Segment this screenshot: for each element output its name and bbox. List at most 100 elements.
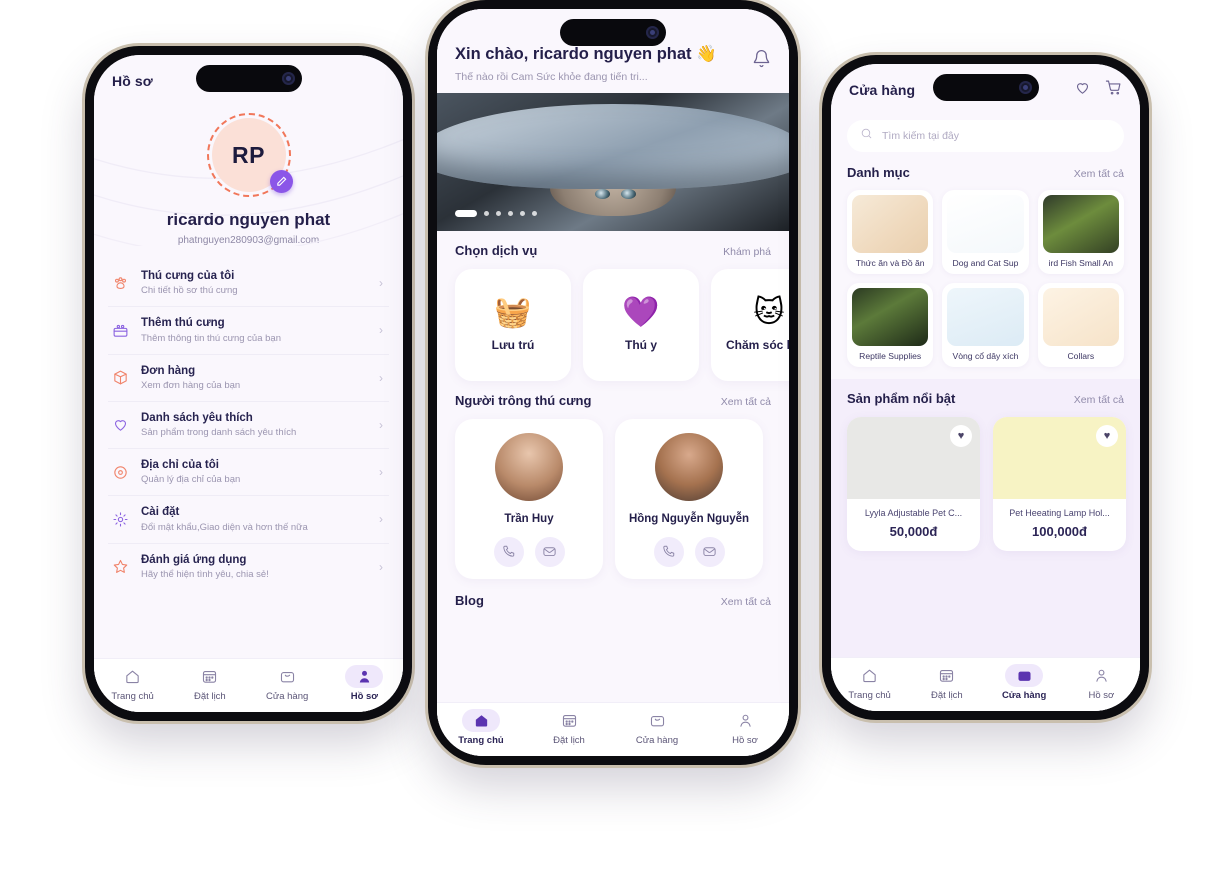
carousel-dot[interactable] bbox=[484, 210, 489, 216]
product-card[interactable]: ♥ Lyyla Adjustable Pet C... 50,000đ bbox=[847, 417, 980, 551]
carousel-dots[interactable] bbox=[455, 209, 537, 217]
featured-more-link[interactable]: Xem tất cả bbox=[1074, 394, 1124, 406]
tab-label: Hồ sơ bbox=[350, 691, 379, 702]
calendar-icon bbox=[928, 664, 966, 687]
sitter-card[interactable]: Hồng Nguyễn Nguyễn bbox=[615, 418, 763, 579]
phone-reflection-profile: Hồ sơ RP ricardo nguye bbox=[85, 723, 412, 883]
tab-label: Cửa hàng bbox=[635, 735, 679, 746]
featured-section: Sản phẩm nổi bật Xem tất cả ♥ Lyyla Adjus… bbox=[831, 379, 1140, 657]
category-grid[interactable]: Thức ăn và Đồ ăn Dog and Cat Sup ird Fish … bbox=[847, 190, 1124, 367]
page-title: Cửa hàng bbox=[849, 82, 916, 98]
sitters-more-link[interactable]: Xem tất cả bbox=[721, 396, 771, 408]
blog-title: Blog bbox=[455, 592, 484, 608]
category-card[interactable]: Vòng cổ dây xích bbox=[942, 283, 1029, 367]
gear-icon bbox=[110, 509, 130, 529]
search-icon bbox=[860, 127, 873, 145]
tab-trang-chủ[interactable]: Trang chủ bbox=[437, 709, 525, 746]
tab-đặt-lịch[interactable]: Đặt lịch bbox=[908, 664, 985, 701]
category-card[interactable]: ird Fish Small An bbox=[1037, 190, 1124, 274]
category-thumbnail bbox=[947, 195, 1024, 253]
category-card[interactable]: Collars bbox=[1037, 283, 1124, 367]
tab-cửa-hàng[interactable]: Cửa hàng bbox=[613, 709, 701, 746]
heart-filled-icon[interactable]: ♥ bbox=[1096, 425, 1118, 447]
menu-item-2[interactable]: Thêm thú cưng Thêm thông tin thú cưng của… bbox=[108, 307, 389, 355]
avatar bbox=[655, 432, 723, 501]
carousel-dot[interactable] bbox=[455, 209, 477, 217]
service-card[interactable]: 💜 Thú y bbox=[583, 268, 699, 381]
sitter-name: Hồng Nguyễn Nguyễn bbox=[628, 512, 750, 525]
category-thumbnail bbox=[852, 195, 929, 253]
carousel-dot[interactable] bbox=[508, 210, 513, 216]
tab-cửa-hàng[interactable]: Cửa hàng bbox=[249, 665, 326, 702]
menu-item-4[interactable]: Danh sách yêu thích Sản phẩm trong danh s… bbox=[108, 402, 389, 449]
heart-filled-icon[interactable]: ♥ bbox=[950, 425, 972, 447]
tab-hồ-sơ[interactable]: Hồ sơ bbox=[701, 709, 789, 746]
tab-đặt-lịch[interactable]: Đặt lịch bbox=[171, 665, 248, 702]
menu-item-5[interactable]: Địa chỉ của tôi Quản lý địa chỉ của bạn › bbox=[108, 449, 389, 497]
service-emoji-icon: 🧺 bbox=[494, 295, 532, 329]
blog-more-link[interactable]: Xem tất cả bbox=[721, 596, 771, 608]
shop-bag-icon bbox=[638, 709, 676, 732]
phone-reflection-store: Cửa hàng Tìm kiếm tại đây bbox=[822, 722, 1149, 883]
phone-mockup-profile: Hồ sơ RP ricardo nguyen phat phatnguyen2… bbox=[85, 46, 412, 721]
chevron-right-icon: › bbox=[379, 276, 383, 291]
phone-icon[interactable] bbox=[653, 536, 684, 567]
carousel-dot[interactable] bbox=[520, 210, 525, 216]
box-icon bbox=[110, 368, 130, 388]
star-icon bbox=[110, 557, 130, 577]
person-icon bbox=[345, 665, 384, 688]
sitters-row[interactable]: Trần Huy Hồng Nguyễn Nguyễn bbox=[455, 418, 771, 579]
category-card[interactable]: Reptile Supplies bbox=[847, 283, 934, 367]
menu-item-7[interactable]: Đánh giá ứng dụng Hãy thể hiện tình yêu, … bbox=[108, 544, 389, 590]
bell-icon[interactable] bbox=[752, 45, 771, 73]
tab-label: Đặt lịch bbox=[194, 691, 226, 702]
avatar[interactable]: RP bbox=[206, 113, 293, 197]
profile-menu-list: Thú cưng của tôi Chi tiết hồ sơ thú cưng ›… bbox=[94, 260, 403, 658]
search-input[interactable]: Tìm kiếm tại đây bbox=[847, 120, 1124, 152]
menu-item-subtitle: Xem đơn hàng của bạn bbox=[141, 379, 241, 391]
tab-đặt-lịch[interactable]: Đặt lịch bbox=[525, 709, 613, 746]
service-card[interactable]: 🧺 Lưu trú bbox=[455, 268, 571, 381]
shop-bag-icon bbox=[268, 665, 306, 688]
tab-label: Cửa hàng bbox=[265, 691, 309, 702]
tab-label: Cửa hàng bbox=[1001, 690, 1047, 701]
category-thumbnail bbox=[1042, 288, 1119, 346]
services-more-link[interactable]: Khám phá bbox=[723, 246, 771, 258]
menu-item-3[interactable]: Đơn hàng Xem đơn hàng của bạn › bbox=[108, 355, 389, 402]
tab-label: Đặt lịch bbox=[553, 735, 585, 746]
home-icon bbox=[114, 665, 152, 688]
tab-hồ-sơ[interactable]: Hồ sơ bbox=[326, 665, 403, 702]
heart-icon[interactable] bbox=[1074, 79, 1091, 101]
menu-item-1[interactable]: Thú cưng của tôi Chi tiết hồ sơ thú cưng › bbox=[108, 260, 389, 308]
services-row[interactable]: 🧺 Lưu trú 💜 Thú y 🐱 Chăm sóc lông bbox=[455, 268, 789, 381]
phone-mockup-store: Cửa hàng Tìm kiếm tại đây Danh mục Xem t… bbox=[822, 55, 1149, 720]
tab-trang-chủ[interactable]: Trang chủ bbox=[94, 665, 171, 702]
carousel-dot[interactable] bbox=[496, 210, 501, 216]
tab-cửa-hàng[interactable]: Cửa hàng bbox=[986, 664, 1063, 701]
pencil-icon[interactable] bbox=[269, 170, 293, 193]
tab-trang-chủ[interactable]: Trang chủ bbox=[831, 664, 908, 701]
mail-icon[interactable] bbox=[694, 536, 725, 567]
mail-icon[interactable] bbox=[534, 536, 565, 567]
carousel-dot[interactable] bbox=[532, 210, 537, 216]
services-title: Chọn dịch vụ bbox=[455, 242, 538, 258]
category-card[interactable]: Dog and Cat Sup bbox=[942, 190, 1029, 274]
cart-icon[interactable] bbox=[1105, 79, 1122, 101]
product-card[interactable]: ♥ Pet Heeating Lamp Hol... 100,000đ bbox=[993, 417, 1126, 551]
hero-carousel[interactable] bbox=[437, 92, 789, 231]
categories-title: Danh mục bbox=[847, 165, 910, 180]
service-card[interactable]: 🐱 Chăm sóc lông bbox=[711, 268, 789, 381]
phone-icon[interactable] bbox=[493, 536, 524, 567]
menu-item-subtitle: Hãy thể hiện tình yêu, chia sẻ! bbox=[141, 568, 269, 580]
featured-products-row[interactable]: ♥ Lyyla Adjustable Pet C... 50,000đ ♥ Pet He… bbox=[847, 417, 1126, 551]
menu-item-6[interactable]: Cài đặt Đổi mật khẩu,Giao diện và hơn thế… bbox=[108, 496, 389, 544]
page-title: Hồ sơ bbox=[112, 73, 153, 89]
dynamic-island bbox=[932, 74, 1039, 101]
category-label: Collars bbox=[1067, 351, 1095, 361]
category-card[interactable]: Thức ăn và Đồ ăn bbox=[847, 190, 934, 274]
sitter-card[interactable]: Trần Huy bbox=[455, 418, 603, 579]
shop-bag-icon bbox=[1005, 664, 1044, 687]
categories-more-link[interactable]: Xem tất cả bbox=[1074, 168, 1124, 180]
tab-hồ-sơ[interactable]: Hồ sơ bbox=[1063, 664, 1140, 701]
profile-email: phatnguyen280903@gmail.com bbox=[177, 235, 320, 246]
